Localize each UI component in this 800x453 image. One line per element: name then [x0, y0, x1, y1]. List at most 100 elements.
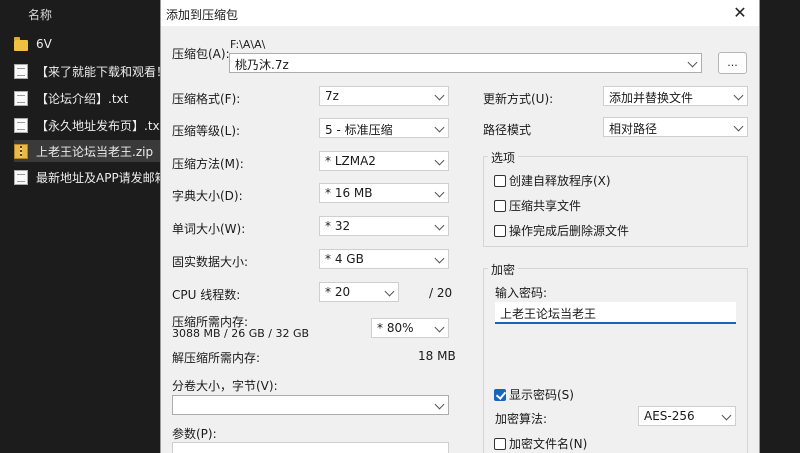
- chevron-down-icon: [434, 122, 445, 133]
- method-label: 压缩方法(M):: [172, 157, 244, 171]
- path-mode-select[interactable]: 相对路径: [603, 117, 748, 137]
- threads-label: CPU 线程数:: [172, 288, 241, 302]
- archive-name-combo[interactable]: 桃乃沐.7z: [229, 53, 702, 73]
- format-label: 压缩格式(F):: [172, 92, 241, 106]
- threads-value: * 20: [325, 285, 351, 299]
- method-value: * LZMA2: [325, 154, 376, 168]
- list-item-label: 最新地址及APP请发邮箱: [36, 170, 160, 185]
- sfx-checkbox[interactable]: 创建自释放程序(X): [494, 172, 611, 189]
- list-item-label: 6V: [36, 37, 52, 51]
- text-file-icon: [14, 63, 28, 79]
- chevron-down-icon: [434, 399, 445, 410]
- encrypt-names-checkbox[interactable]: 加密文件名(N): [494, 435, 587, 452]
- list-item-selected[interactable]: 上老王论坛当老王.zip: [14, 140, 160, 162]
- dict-select[interactable]: * 16 MB: [319, 183, 449, 203]
- checkbox-icon: [494, 174, 506, 187]
- checkbox-icon: [494, 199, 506, 212]
- level-label: 压缩等级(L):: [172, 124, 241, 138]
- list-item-label: 【论坛介绍】.txt: [36, 91, 129, 106]
- close-icon[interactable]: ✕: [729, 2, 751, 24]
- params-input[interactable]: [172, 442, 449, 453]
- list-item[interactable]: 6V: [14, 33, 160, 55]
- chevron-down-icon: [434, 253, 445, 264]
- text-file-icon: [14, 90, 28, 106]
- chevron-down-icon: [434, 90, 445, 101]
- list-item[interactable]: 【永久地址发布页】.txt: [14, 114, 160, 136]
- encryption-method-value: AES-256: [644, 409, 695, 423]
- word-value: * 32: [325, 219, 351, 233]
- encrypt-names-label: 加密文件名(N): [509, 437, 588, 451]
- text-file-icon: [14, 117, 28, 133]
- chevron-down-icon: [434, 187, 445, 198]
- encryption-method-label: 加密算法:: [495, 412, 548, 426]
- solid-value: * 4 GB: [325, 252, 364, 266]
- level-select[interactable]: 5 - 标准压缩: [319, 118, 449, 138]
- shared-files-label: 压缩共享文件: [509, 199, 582, 213]
- checkbox-icon: [494, 224, 506, 237]
- path-mode-value: 相对路径: [609, 122, 658, 136]
- name-column-header[interactable]: 名称: [28, 6, 52, 23]
- word-label: 单词大小(W):: [172, 222, 246, 236]
- list-item[interactable]: 最新地址及APP请发邮箱: [14, 166, 160, 188]
- options-group-title: 选项: [488, 149, 519, 166]
- encryption-group-title: 加密: [488, 261, 519, 278]
- chevron-down-icon: [434, 155, 445, 166]
- checkbox-checked-icon: [494, 388, 506, 401]
- update-mode-value: 添加并替换文件: [609, 91, 694, 105]
- dict-label: 字典大小(D):: [172, 189, 243, 203]
- file-explorer: 名称 6V 【来了就能下载和观看！ 【论坛介绍】.txt 【永久地址发布页】.t…: [0, 0, 160, 453]
- chevron-down-icon: [733, 90, 744, 101]
- delete-after-checkbox[interactable]: 操作完成后删除源文件: [494, 222, 629, 239]
- memory-usage-value: * 80%: [377, 321, 414, 335]
- encryption-method-select[interactable]: AES-256: [638, 406, 736, 426]
- decompress-memory-value: 18 MB: [418, 349, 456, 363]
- threads-select[interactable]: * 20: [319, 282, 399, 302]
- browse-button[interactable]: ...: [718, 52, 747, 74]
- path-mode-label: 路径模式: [483, 123, 532, 137]
- dict-value: * 16 MB: [325, 186, 373, 200]
- archive-label: 压缩包(A):: [172, 47, 230, 61]
- update-mode-select[interactable]: 添加并替换文件: [603, 86, 748, 106]
- chevron-down-icon: [721, 410, 732, 421]
- zip-archive-icon: [14, 143, 28, 159]
- solid-select[interactable]: * 4 GB: [319, 249, 449, 269]
- chevron-down-icon: [733, 121, 744, 132]
- sfx-label: 创建自释放程序(X): [509, 174, 611, 188]
- archive-name-value: 桃乃沐.7z: [235, 58, 289, 72]
- level-value: 5 - 标准压缩: [325, 123, 393, 137]
- decompress-memory-label: 解压缩所需内存:: [172, 351, 261, 365]
- dialog-titlebar[interactable]: 添加到压缩包 ✕: [161, 0, 759, 26]
- add-to-archive-dialog: 添加到压缩包 ✕ 压缩包(A): F:\A\A\ 桃乃沐.7z ... 压缩格式…: [160, 0, 760, 453]
- solid-label: 固实数据大小:: [172, 255, 249, 269]
- format-value: 7z: [325, 89, 339, 103]
- method-select[interactable]: * LZMA2: [319, 151, 449, 171]
- threads-max: / 20: [429, 286, 453, 300]
- password-input[interactable]: 上老王论坛当老王: [495, 302, 736, 324]
- split-label: 分卷大小，字节(V):: [172, 379, 278, 393]
- show-password-label: 显示密码(S): [509, 388, 574, 402]
- text-file-icon: [14, 169, 28, 185]
- list-item[interactable]: 【论坛介绍】.txt: [14, 87, 160, 109]
- folder-icon: [14, 36, 28, 51]
- checkbox-icon: [494, 437, 506, 450]
- show-password-checkbox[interactable]: 显示密码(S): [494, 386, 574, 403]
- list-item-label: 【永久地址发布页】.txt: [36, 118, 160, 133]
- chevron-down-icon: [434, 220, 445, 231]
- list-item[interactable]: 【来了就能下载和观看！: [14, 60, 160, 82]
- split-size-combo[interactable]: [172, 395, 449, 415]
- chevron-down-icon: [434, 322, 445, 333]
- list-item-label: 【来了就能下载和观看！: [36, 64, 160, 79]
- dialog-title: 添加到压缩包: [166, 8, 239, 22]
- shared-files-checkbox[interactable]: 压缩共享文件: [494, 197, 581, 214]
- list-item-label: 上老王论坛当老王.zip: [36, 144, 154, 159]
- chevron-down-icon: [384, 286, 395, 297]
- chevron-down-icon: [687, 57, 698, 68]
- memory-usage-select[interactable]: * 80%: [371, 318, 449, 338]
- memory-detail: 3088 MB / 26 GB / 32 GB: [172, 327, 310, 340]
- delete-after-label: 操作完成后删除源文件: [509, 224, 630, 238]
- archive-path: F:\A\A\: [230, 38, 266, 51]
- format-select[interactable]: 7z: [319, 86, 449, 106]
- password-label: 输入密码:: [495, 286, 548, 300]
- update-mode-label: 更新方式(U):: [483, 92, 554, 106]
- word-select[interactable]: * 32: [319, 216, 449, 236]
